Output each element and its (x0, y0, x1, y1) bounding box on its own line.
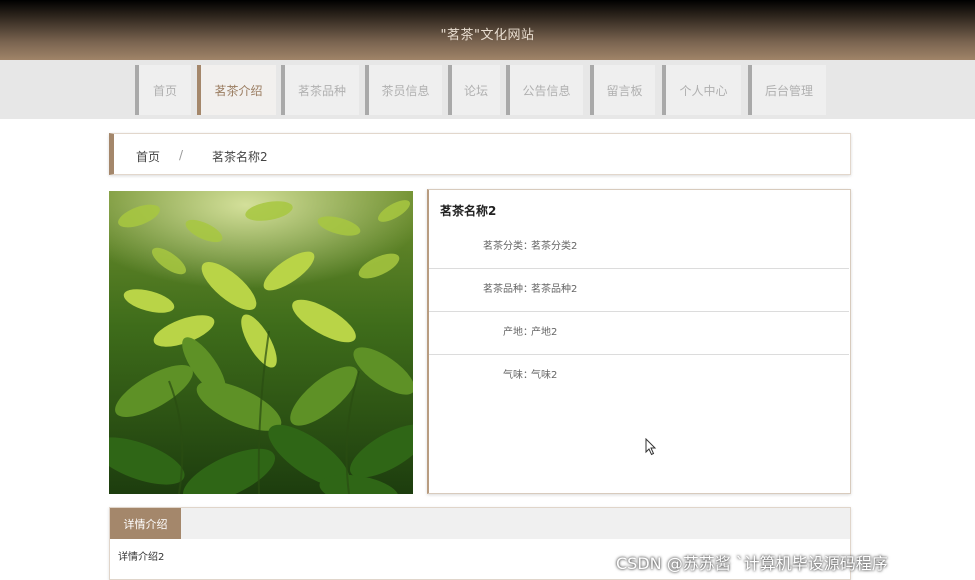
mouse-cursor-icon (645, 437, 657, 460)
nav-item-home[interactable]: 首页 (135, 65, 191, 115)
tab-detail-intro[interactable]: 详情介绍 (110, 508, 181, 539)
tea-plant-photo (109, 191, 413, 494)
site-header: "茗茶"文化网站 (0, 0, 975, 60)
tea-info-card: 茗茶名称2 茗茶分类： 茗茶分类2 茗茶品种： 茗茶品种2 产地： 产地2 气味… (427, 189, 851, 494)
category-label: 茗茶分类： (483, 241, 533, 252)
breadcrumb: 首页 / 茗茶名称2 (109, 133, 851, 175)
variety-label: 茗茶品种： (483, 284, 533, 295)
origin-value: 产地2 (531, 327, 558, 338)
origin-label: 产地： (503, 327, 533, 338)
info-row-origin: 产地： 产地2 (429, 311, 849, 355)
info-row-aroma: 气味： 气味2 (429, 354, 849, 397)
nav-item-admin[interactable]: 后台管理 (748, 65, 826, 115)
aroma-label: 气味： (503, 370, 533, 381)
variety-value: 茗茶品种2 (531, 284, 578, 295)
detail-intro-content: 详情介绍2 (118, 552, 165, 563)
nav-item-tea-intro[interactable]: 茗茶介绍 (197, 65, 276, 115)
breadcrumb-separator: / (179, 148, 184, 162)
site-title: "茗茶"文化网站 (440, 28, 535, 43)
category-value: 茗茶分类2 (531, 241, 578, 252)
aroma-value: 气味2 (531, 370, 558, 381)
tea-name-title: 茗茶名称2 (440, 204, 497, 218)
csdn-watermark: CSDN @苏苏酱 ˋ计算机毕设源码程序 (616, 554, 888, 573)
breadcrumb-current: 茗茶名称2 (212, 150, 268, 164)
nav-item-tea-staff[interactable]: 茶员信息 (365, 65, 442, 115)
detail-tab-bar: 详情介绍 (110, 508, 850, 539)
breadcrumb-home-link[interactable]: 首页 (136, 148, 160, 165)
main-nav: 首页 茗茶介绍 茗茶品种 茶员信息 论坛 公告信息 留言板 个人中心 后台管理 (0, 60, 975, 119)
nav-item-personal-center[interactable]: 个人中心 (662, 65, 741, 115)
nav-item-announcements[interactable]: 公告信息 (506, 65, 583, 115)
nav-item-tea-varieties[interactable]: 茗茶品种 (281, 65, 359, 115)
nav-item-forum[interactable]: 论坛 (448, 65, 500, 115)
nav-item-message-board[interactable]: 留言板 (590, 65, 655, 115)
info-row-variety: 茗茶品种： 茗茶品种2 (429, 268, 849, 312)
info-row-category: 茗茶分类： 茗茶分类2 (429, 225, 849, 269)
